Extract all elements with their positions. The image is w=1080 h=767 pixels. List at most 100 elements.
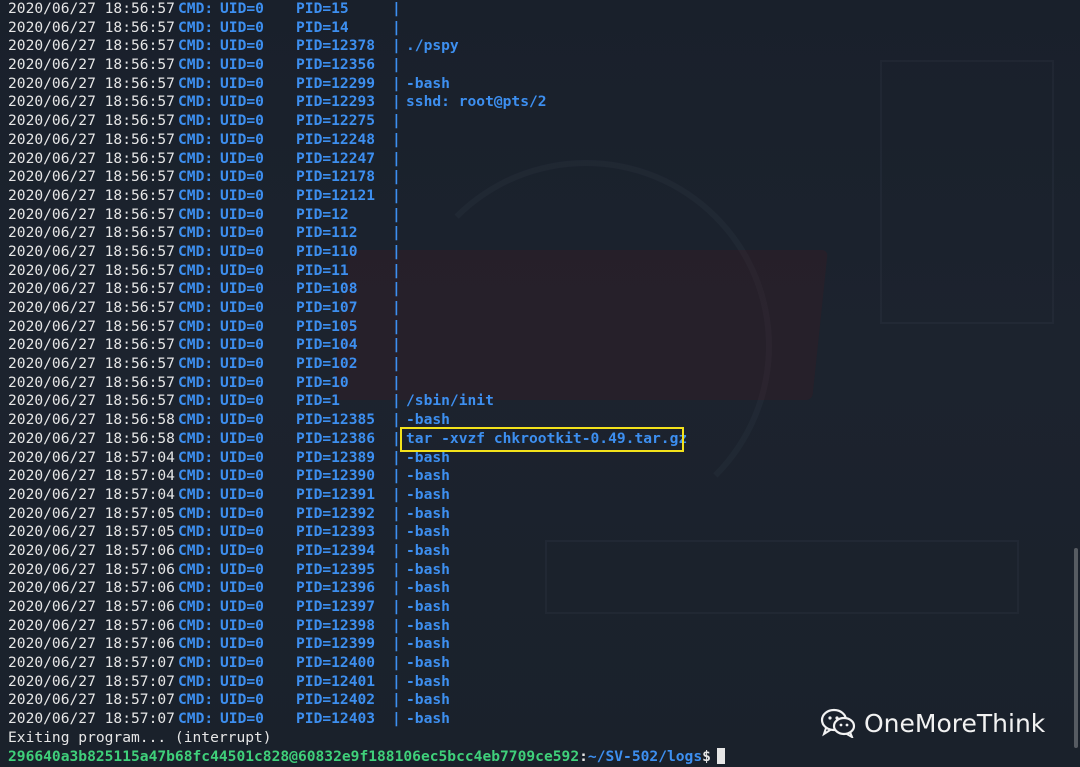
log-separator: | — [392, 112, 401, 130]
log-timestamp: 2020/06/27 18:57:06 — [8, 560, 175, 578]
log-separator: | — [392, 467, 401, 485]
log-uid: UID=0 — [220, 205, 264, 223]
log-separator: | — [392, 18, 401, 36]
log-cmd-tag: CMD: — [178, 186, 214, 204]
log-separator: | — [392, 654, 401, 672]
log-pid: PID=102 — [296, 355, 358, 373]
log-cmd-tag: CMD: — [178, 541, 214, 559]
log-cmd-tag: CMD: — [178, 485, 214, 503]
log-timestamp: 2020/06/27 18:57:06 — [8, 616, 175, 634]
log-cmd-tag: CMD: — [178, 261, 214, 279]
log-separator: | — [392, 149, 401, 167]
log-uid: UID=0 — [220, 0, 264, 17]
log-separator: | — [392, 635, 401, 653]
log-line: 2020/06/27 18:56:57 CMD: UID=0 PID=12247 | — [8, 150, 1068, 169]
log-separator: | — [392, 411, 401, 429]
log-uid: UID=0 — [220, 224, 264, 242]
log-line: 2020/06/27 18:56:57 CMD: UID=0 PID=12378 | ./… — [8, 37, 1068, 56]
terminal-window[interactable]: 2020/06/27 18:56:57 CMD: UID=0 PID=15 | 2020/… — [0, 0, 1080, 767]
log-cmd-tag: CMD: — [178, 224, 214, 242]
log-separator: | — [392, 485, 401, 503]
log-pid: PID=14 — [296, 18, 349, 36]
log-separator: | — [392, 130, 401, 148]
log-line: 2020/06/27 18:56:57 CMD: UID=0 PID=12293 | ss… — [8, 93, 1068, 112]
log-pid: PID=12396 — [296, 579, 376, 597]
watermark: OneMoreThink — [820, 705, 1045, 741]
log-line: 2020/06/27 18:56:58 CMD: UID=0 PID=12386 | ta… — [8, 430, 1068, 449]
log-line: 2020/06/27 18:56:57 CMD: UID=0 PID=12121 | — [8, 187, 1068, 206]
log-pid: PID=12275 — [296, 112, 376, 130]
log-uid: UID=0 — [220, 485, 264, 503]
log-pid: PID=12397 — [296, 598, 376, 615]
log-pid: PID=12401 — [296, 672, 376, 690]
log-pid: PID=107 — [296, 299, 358, 316]
log-line: 2020/06/27 18:56:57 CMD: UID=0 PID=11 | — [8, 262, 1068, 281]
log-line: 2020/06/27 18:56:57 CMD: UID=0 PID=12275 | — [8, 112, 1068, 131]
log-process: ./pspy — [406, 37, 459, 55]
log-pid: PID=12400 — [296, 654, 376, 672]
log-separator: | — [392, 93, 401, 111]
log-cmd-tag: CMD: — [178, 242, 214, 260]
log-timestamp: 2020/06/27 18:56:57 — [8, 299, 175, 316]
log-cmd-tag: CMD: — [178, 429, 214, 447]
log-uid: UID=0 — [220, 560, 264, 578]
log-uid: UID=0 — [220, 429, 264, 447]
log-uid: UID=0 — [220, 355, 264, 373]
log-process: -bash — [406, 654, 450, 672]
shell-prompt: 296640a3b825115a47b68fc44501c828@60832e9… — [8, 747, 725, 767]
log-uid: UID=0 — [220, 691, 264, 709]
log-line: 2020/06/27 18:57:06 CMD: UID=0 PID=12398 | -b… — [8, 617, 1068, 636]
log-uid: UID=0 — [220, 37, 264, 55]
log-separator: | — [392, 168, 401, 186]
log-separator: | — [392, 299, 401, 316]
log-timestamp: 2020/06/27 18:57:06 — [8, 598, 175, 615]
log-uid: UID=0 — [220, 74, 264, 92]
log-timestamp: 2020/06/27 18:56:57 — [8, 112, 175, 130]
log-uid: UID=0 — [220, 373, 264, 391]
log-uid: UID=0 — [220, 635, 264, 653]
log-process: -bash — [406, 467, 450, 485]
log-separator: | — [392, 691, 401, 709]
log-line: 2020/06/27 18:57:06 CMD: UID=0 PID=12396 | -b… — [8, 579, 1068, 598]
watermark-text: OneMoreThink — [864, 708, 1046, 738]
log-line: 2020/06/27 18:56:57 CMD: UID=0 PID=12 | — [8, 206, 1068, 225]
shell-prompt-line[interactable]: 296640a3b825115a47b68fc44501c828@60832e9… — [8, 747, 1068, 767]
log-timestamp: 2020/06/27 18:56:57 — [8, 224, 175, 242]
log-uid: UID=0 — [220, 280, 264, 298]
log-cmd-tag: CMD: — [178, 149, 214, 167]
prompt-separator: : — [579, 747, 588, 765]
log-separator: | — [392, 242, 401, 260]
log-timestamp: 2020/06/27 18:57:07 — [8, 710, 175, 728]
log-pid: PID=110 — [296, 242, 358, 260]
log-timestamp: 2020/06/27 18:57:07 — [8, 672, 175, 690]
log-line: 2020/06/27 18:57:07 CMD: UID=0 PID=12401 | -b… — [8, 673, 1068, 692]
log-pid: PID=12121 — [296, 186, 376, 204]
log-separator: | — [392, 672, 401, 690]
log-cmd-tag: CMD: — [178, 130, 214, 148]
log-pid: PID=1 — [296, 392, 340, 410]
text-cursor[interactable] — [716, 747, 725, 764]
log-pid: PID=12248 — [296, 130, 376, 148]
log-separator: | — [392, 205, 401, 223]
log-timestamp: 2020/06/27 18:57:04 — [8, 467, 175, 485]
log-uid: UID=0 — [220, 598, 264, 615]
log-pid: PID=12394 — [296, 541, 376, 559]
log-pid: PID=11 — [296, 261, 349, 279]
log-cmd-tag: CMD: — [178, 280, 214, 298]
log-cmd-tag: CMD: — [178, 392, 214, 410]
log-process: -bash — [406, 616, 450, 634]
log-cmd-tag: CMD: — [178, 579, 214, 597]
prompt-user-host: 296640a3b825115a47b68fc44501c828@60832e9… — [8, 747, 580, 765]
log-pid: PID=104 — [296, 336, 358, 354]
log-process: -bash — [406, 635, 450, 653]
log-timestamp: 2020/06/27 18:56:57 — [8, 0, 175, 17]
log-timestamp: 2020/06/27 18:56:57 — [8, 37, 175, 55]
log-separator: | — [392, 541, 401, 559]
log-uid: UID=0 — [220, 56, 264, 74]
log-timestamp: 2020/06/27 18:56:57 — [8, 317, 175, 335]
log-cmd-tag: CMD: — [178, 598, 214, 615]
log-uid: UID=0 — [220, 411, 264, 429]
log-cmd-tag: CMD: — [178, 205, 214, 223]
log-pid: PID=12386 — [296, 429, 376, 447]
terminal-scrollbar[interactable] — [1074, 548, 1078, 748]
